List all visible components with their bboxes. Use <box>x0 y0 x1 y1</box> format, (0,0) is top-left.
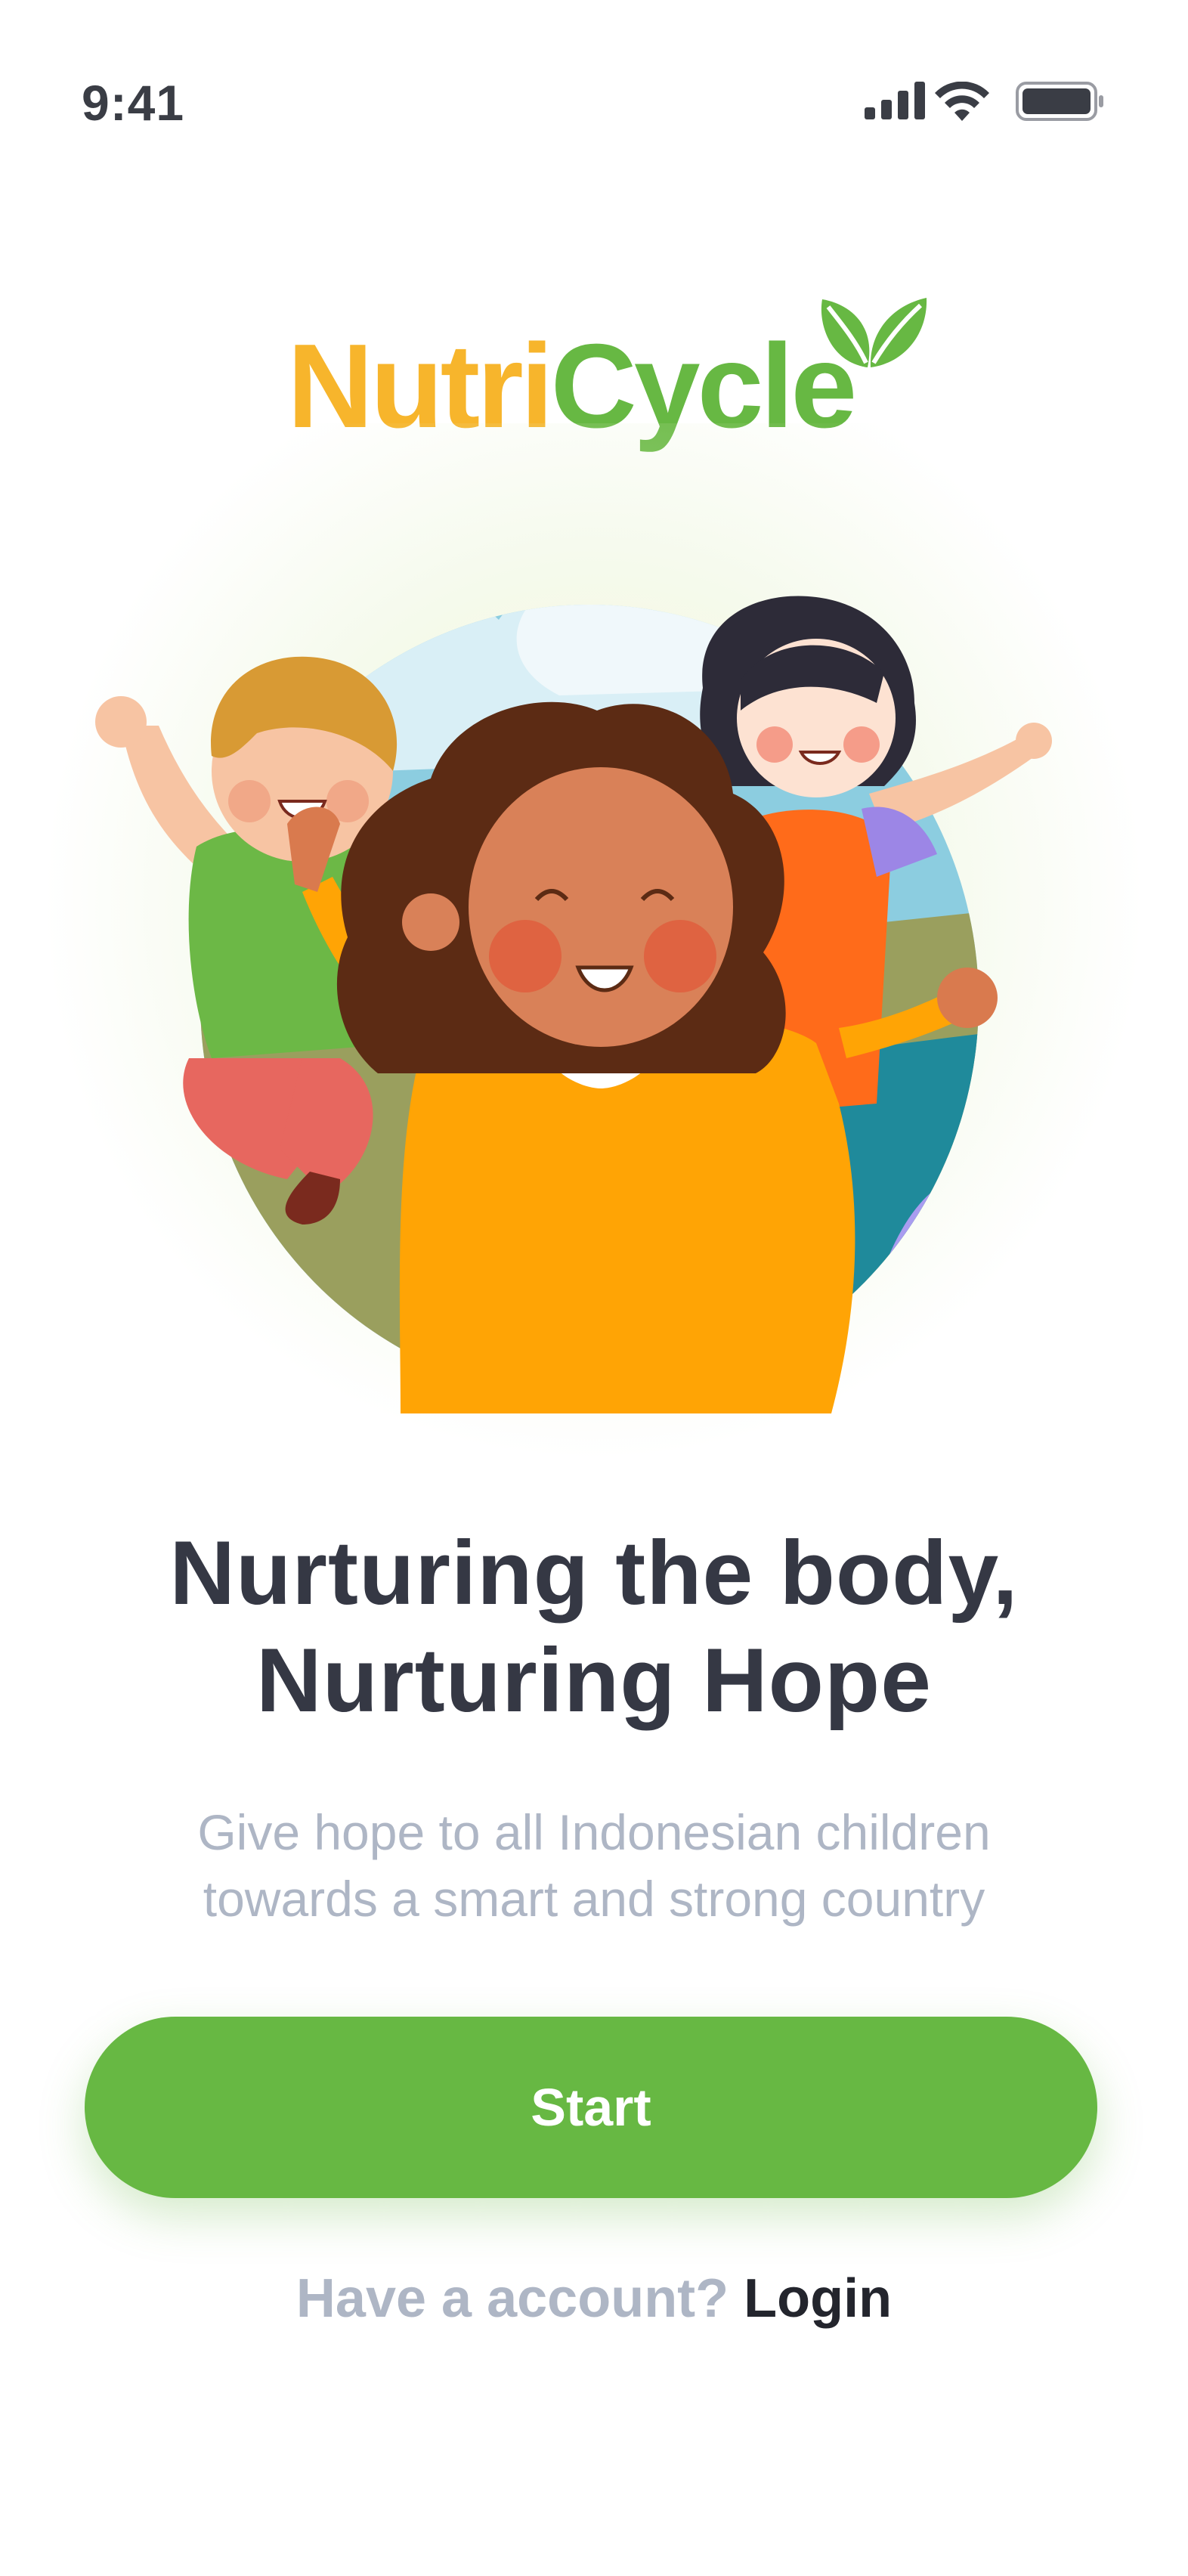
headline-line-1: Nurturing the body, <box>169 1522 1019 1624</box>
status-time: 9:41 <box>82 75 185 131</box>
cellular-signal-icon <box>865 82 925 119</box>
leaf-icon <box>821 298 927 367</box>
login-link[interactable]: Login <box>744 2268 892 2329</box>
battery-icon <box>1016 82 1103 121</box>
login-row: Have a account? Login <box>0 2268 1188 2330</box>
headline-line-2: Nurturing Hope <box>256 1630 932 1731</box>
subtitle-line-1: Give hope to all Indonesian children <box>197 1804 991 1860</box>
status-bar: 9:41 <box>0 0 1188 151</box>
headline: Nurturing the body, Nurturing Hope <box>0 1519 1188 1734</box>
wifi-icon <box>935 82 989 121</box>
login-prompt: Have a account? <box>295 2268 744 2329</box>
start-button[interactable]: Start <box>85 2017 1097 2198</box>
subtitle-line-2: towards a smart and strong country <box>203 1871 985 1927</box>
happy-children-illustration <box>95 596 1052 1413</box>
subtitle: Give hope to all Indonesian children tow… <box>0 1799 1188 1932</box>
